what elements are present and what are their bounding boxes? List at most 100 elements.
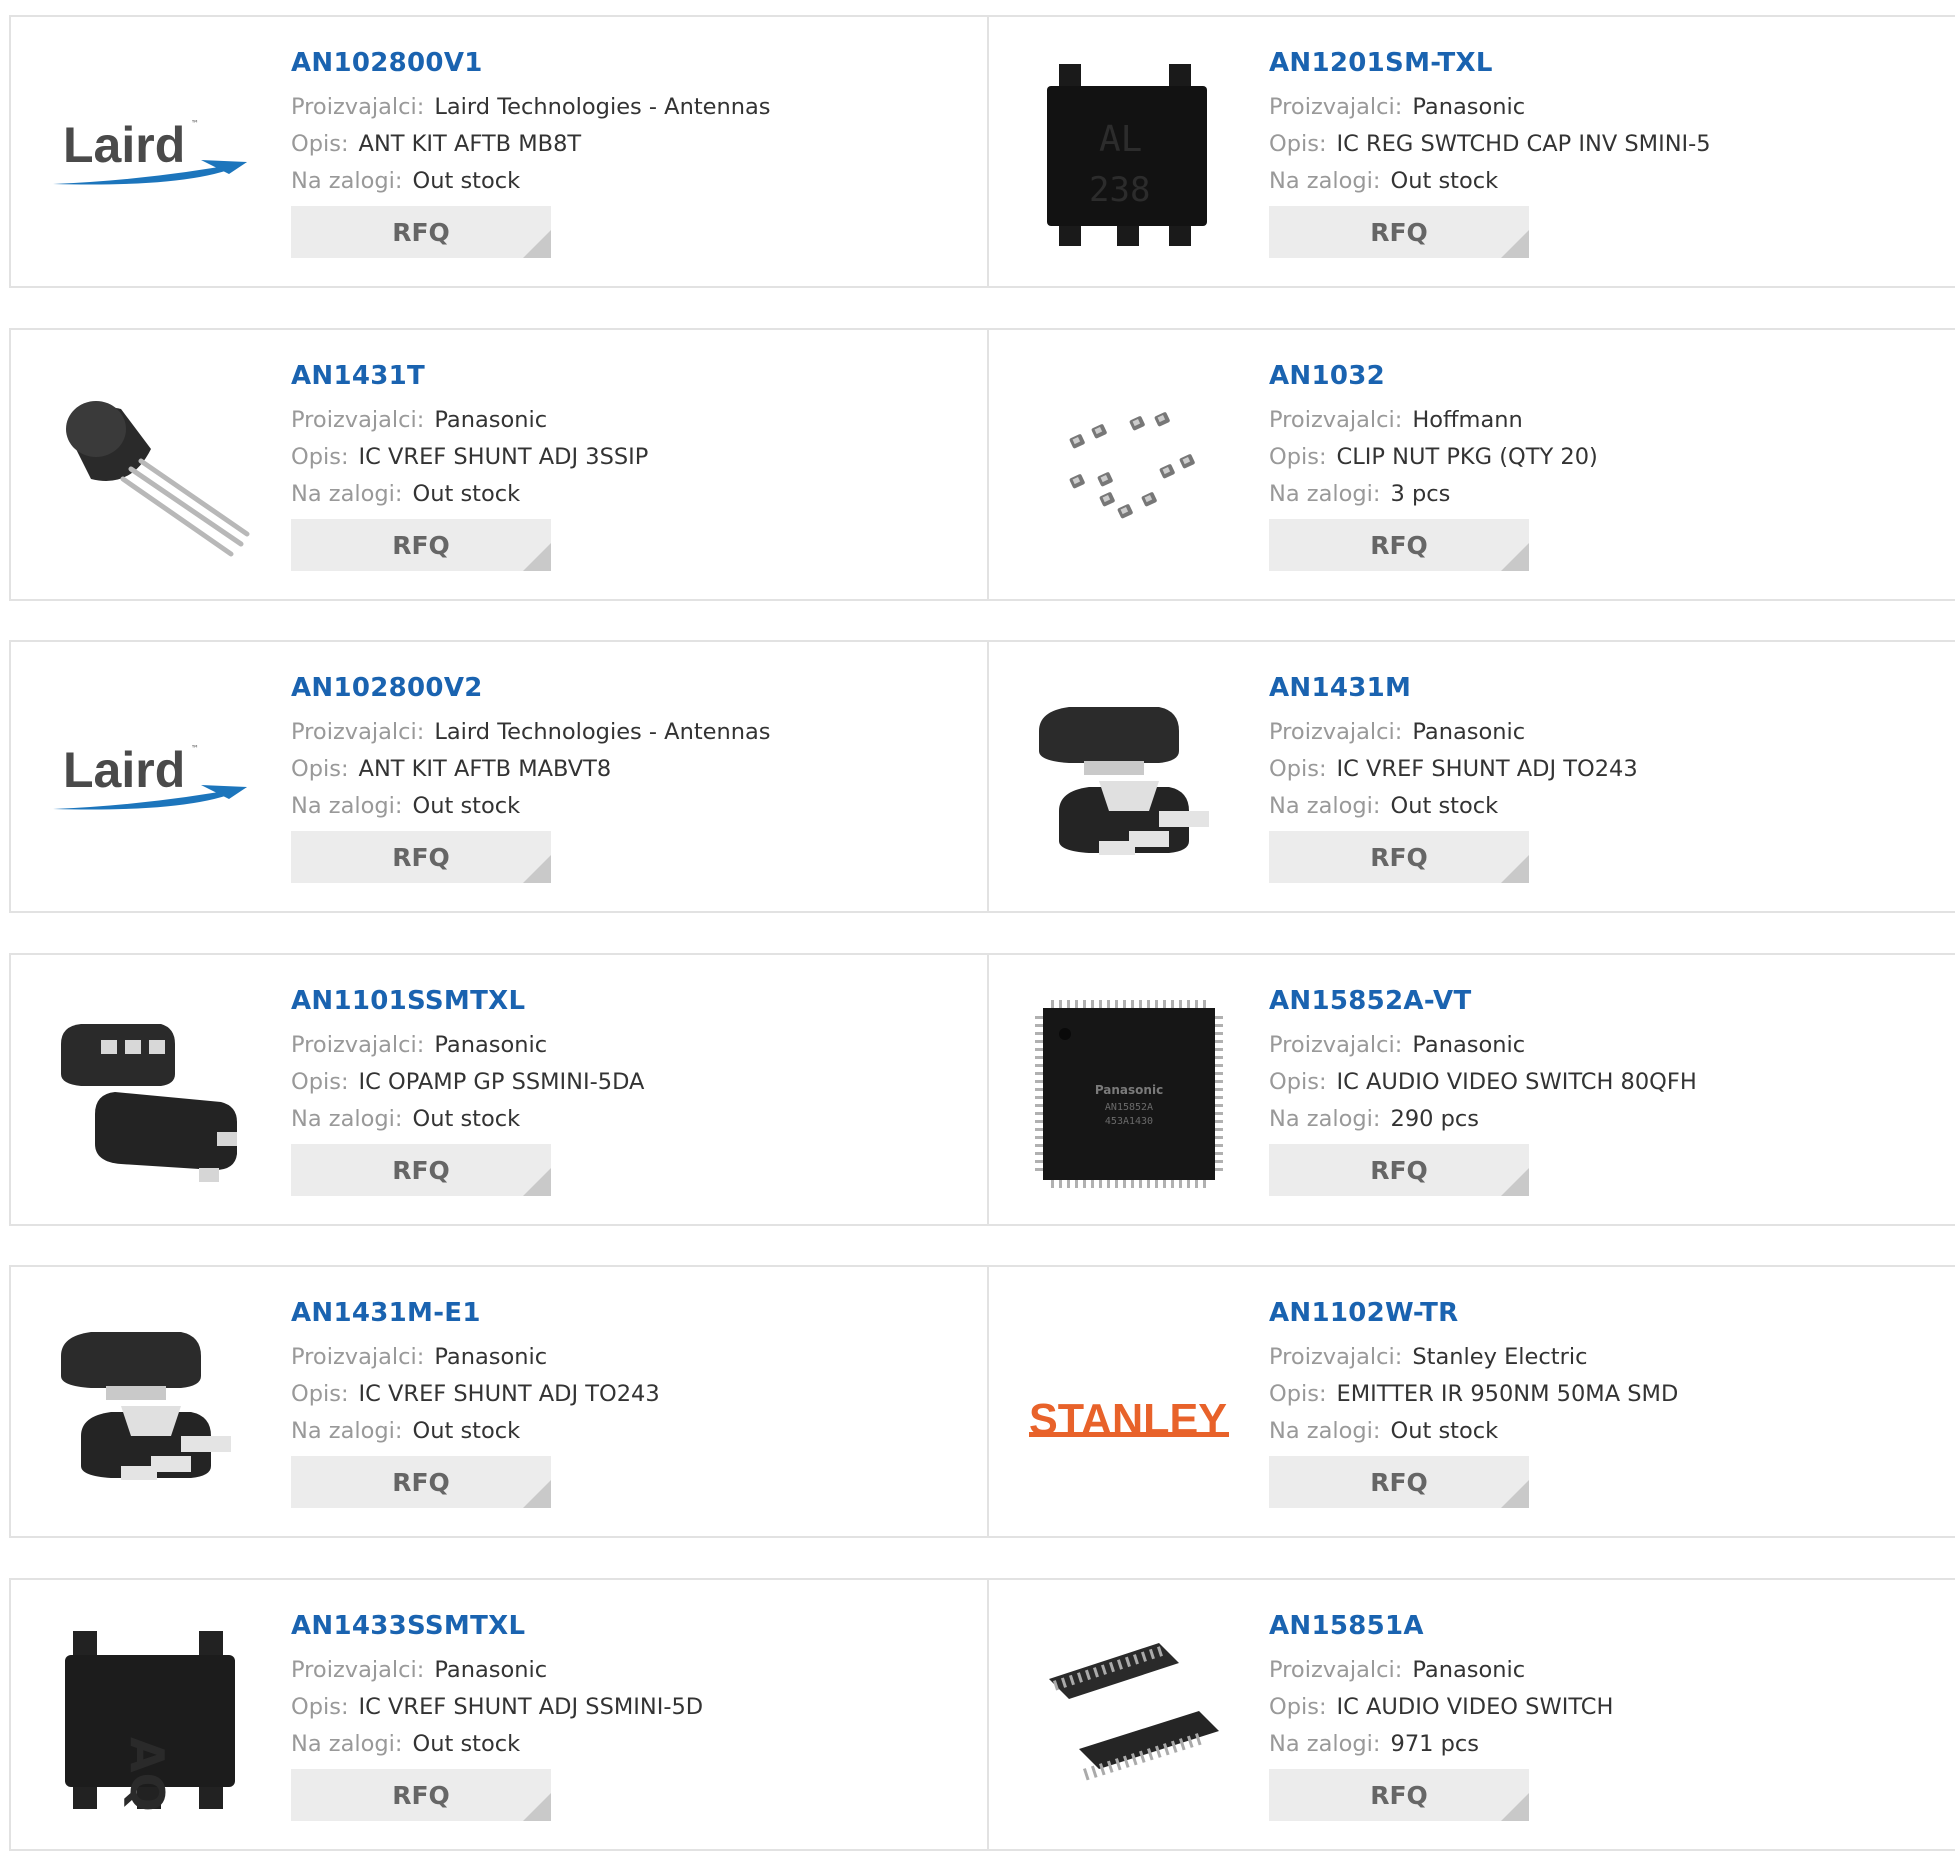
rfq-button[interactable]: RFQ <box>291 1456 551 1508</box>
product-card: AN1431T Proizvajalci: Panasonic Opis: IC VRE… <box>11 330 989 599</box>
stock-line: Na zalogi: Out stock <box>291 1101 644 1138</box>
product-row: AN1101SSMTXL Proizvajalci: Panasonic Opis: I… <box>9 953 1955 1226</box>
product-info: AN1032 Proizvajalci: Hoffmann Opis: CLIP NUT… <box>1269 358 1598 571</box>
part-number-link[interactable]: AN1431T <box>291 358 648 394</box>
product-image[interactable]: STANLEY <box>1029 1306 1229 1506</box>
description-label: Opis: <box>291 1381 349 1407</box>
description-line: Opis: ANT KIT AFTB MABVT8 <box>291 751 771 788</box>
description-value: ANT KIT AFTB MABVT8 <box>358 756 612 782</box>
chip-image: AQ <box>65 1631 235 1812</box>
svg-text:Laird: Laird <box>63 117 185 173</box>
svg-text:Laird: Laird <box>63 742 185 798</box>
manufacturer-label: Proizvajalci: <box>291 1032 425 1058</box>
manufacturer-line: Proizvajalci: Laird Technologies - Antenn… <box>291 89 771 126</box>
part-number-link[interactable]: AN102800V1 <box>291 45 771 81</box>
stock-line: Na zalogi: Out stock <box>1269 788 1638 825</box>
description-line: Opis: CLIP NUT PKG (QTY 20) <box>1269 439 1598 476</box>
product-card: AN1101SSMTXL Proizvajalci: Panasonic Opis: I… <box>11 955 989 1224</box>
description-value: CLIP NUT PKG (QTY 20) <box>1336 444 1598 470</box>
part-number-link[interactable]: AN1431M-E1 <box>291 1295 660 1331</box>
rfq-label: RFQ <box>1370 530 1428 560</box>
corner-decoration <box>523 1793 551 1821</box>
manufacturer-value: Panasonic <box>434 407 548 433</box>
manufacturer-value: Panasonic <box>1412 1657 1526 1683</box>
product-image[interactable]: AQ <box>51 1619 251 1819</box>
product-info: AN1431M Proizvajalci: Panasonic Opis: IC VRE… <box>1269 670 1638 883</box>
description-value: IC VREF SHUNT ADJ TO243 <box>358 1381 660 1407</box>
product-row: AN1431M-E1 Proizvajalci: Panasonic Opis: IC … <box>9 1265 1955 1538</box>
description-value: IC VREF SHUNT ADJ SSMINI-5D <box>358 1694 704 1720</box>
product-info: AN102800V2 Proizvajalci: Laird Technologie… <box>291 670 771 883</box>
laird-logo: Laird ™ <box>53 742 247 810</box>
description-label: Opis: <box>291 1694 349 1720</box>
part-number-link[interactable]: AN1431M <box>1269 670 1638 706</box>
description-line: Opis: IC VREF SHUNT ADJ TO243 <box>1269 751 1638 788</box>
manufacturer-label: Proizvajalci: <box>1269 1657 1403 1683</box>
rfq-button[interactable]: RFQ <box>1269 1769 1529 1821</box>
description-line: Opis: ANT KIT AFTB MB8T <box>291 126 771 163</box>
product-row: AQ AN1433SSMTXL Proizvajalci: Panasonic Opis… <box>9 1578 1955 1851</box>
rfq-button[interactable]: RFQ <box>1269 1144 1529 1196</box>
description-value: IC VREF SHUNT ADJ 3SSIP <box>358 444 649 470</box>
part-number-link[interactable]: AN1201SM-TXL <box>1269 45 1711 81</box>
qfp-chip-image: Panasonic AN15852A 453A1430 <box>1035 1000 1223 1188</box>
stock-label: Na zalogi: <box>291 481 403 507</box>
rfq-button[interactable]: RFQ <box>1269 519 1529 571</box>
rfq-button[interactable]: RFQ <box>291 1144 551 1196</box>
stock-line: Na zalogi: Out stock <box>291 788 771 825</box>
part-number-link[interactable]: AN1433SSMTXL <box>291 1608 703 1644</box>
stock-line: Na zalogi: Out stock <box>291 476 648 513</box>
description-line: Opis: EMITTER IR 950NM 50MA SMD <box>1269 1376 1678 1413</box>
product-image[interactable] <box>1029 1619 1229 1819</box>
corner-decoration <box>523 1168 551 1196</box>
corner-decoration <box>1501 1793 1529 1821</box>
product-info: AN15852A-VT Proizvajalci: Panasonic Opis: IC… <box>1269 983 1697 1196</box>
part-number-link[interactable]: AN1102W-TR <box>1269 1295 1678 1331</box>
manufacturer-line: Proizvajalci: Panasonic <box>291 402 648 439</box>
stock-value: Out stock <box>1390 793 1499 819</box>
product-image[interactable] <box>51 369 251 569</box>
rfq-button[interactable]: RFQ <box>291 1769 551 1821</box>
rfq-button[interactable]: RFQ <box>291 206 551 258</box>
corner-decoration <box>523 855 551 883</box>
manufacturer-line: Proizvajalci: Hoffmann <box>1269 402 1598 439</box>
rfq-button[interactable]: RFQ <box>1269 831 1529 883</box>
stock-label: Na zalogi: <box>1269 481 1381 507</box>
rfq-button[interactable]: RFQ <box>291 519 551 571</box>
manufacturer-label: Proizvajalci: <box>291 1344 425 1370</box>
description-label: Opis: <box>291 756 349 782</box>
stock-line: Na zalogi: Out stock <box>291 1726 703 1763</box>
product-image[interactable] <box>51 1306 251 1506</box>
stock-label: Na zalogi: <box>1269 1418 1381 1444</box>
product-image[interactable]: Laird ™ <box>51 56 251 256</box>
description-line: Opis: IC VREF SHUNT ADJ SSMINI-5D <box>291 1689 703 1726</box>
rfq-button[interactable]: RFQ <box>1269 206 1529 258</box>
rfq-button[interactable]: RFQ <box>291 831 551 883</box>
part-number-link[interactable]: AN1101SSMTXL <box>291 983 644 1019</box>
description-value: IC OPAMP GP SSMINI-5DA <box>358 1069 645 1095</box>
manufacturer-line: Proizvajalci: Panasonic <box>291 1339 660 1376</box>
product-image[interactable] <box>51 994 251 1194</box>
part-number-link[interactable]: AN1032 <box>1269 358 1598 394</box>
stock-line: Na zalogi: 290 pcs <box>1269 1101 1697 1138</box>
part-number-link[interactable]: AN15851A <box>1269 1608 1613 1644</box>
rfq-button[interactable]: RFQ <box>1269 1456 1529 1508</box>
description-label: Opis: <box>291 1069 349 1095</box>
part-number-link[interactable]: AN102800V2 <box>291 670 771 706</box>
stock-line: Na zalogi: Out stock <box>1269 1413 1678 1450</box>
product-image[interactable]: Panasonic AN15852A 453A1430 <box>1029 994 1229 1194</box>
stock-label: Na zalogi: <box>291 793 403 819</box>
stock-label: Na zalogi: <box>291 1731 403 1757</box>
product-image[interactable] <box>1029 681 1229 881</box>
manufacturer-line: Proizvajalci: Panasonic <box>291 1652 703 1689</box>
part-number-link[interactable]: AN15852A-VT <box>1269 983 1697 1019</box>
product-image[interactable] <box>1029 369 1229 569</box>
stock-value: 290 pcs <box>1390 1106 1479 1132</box>
stock-label: Na zalogi: <box>291 1106 403 1132</box>
product-image[interactable]: AL 238 <box>1029 56 1229 256</box>
product-card: STANLEY AN1102W-TR Proizvajalci: Stanley El… <box>989 1267 1955 1536</box>
description-line: Opis: IC VREF SHUNT ADJ 3SSIP <box>291 439 648 476</box>
manufacturer-line: Proizvajalci: Panasonic <box>1269 714 1638 751</box>
manufacturer-value: Panasonic <box>1412 719 1526 745</box>
product-image[interactable]: Laird ™ <box>51 681 251 881</box>
